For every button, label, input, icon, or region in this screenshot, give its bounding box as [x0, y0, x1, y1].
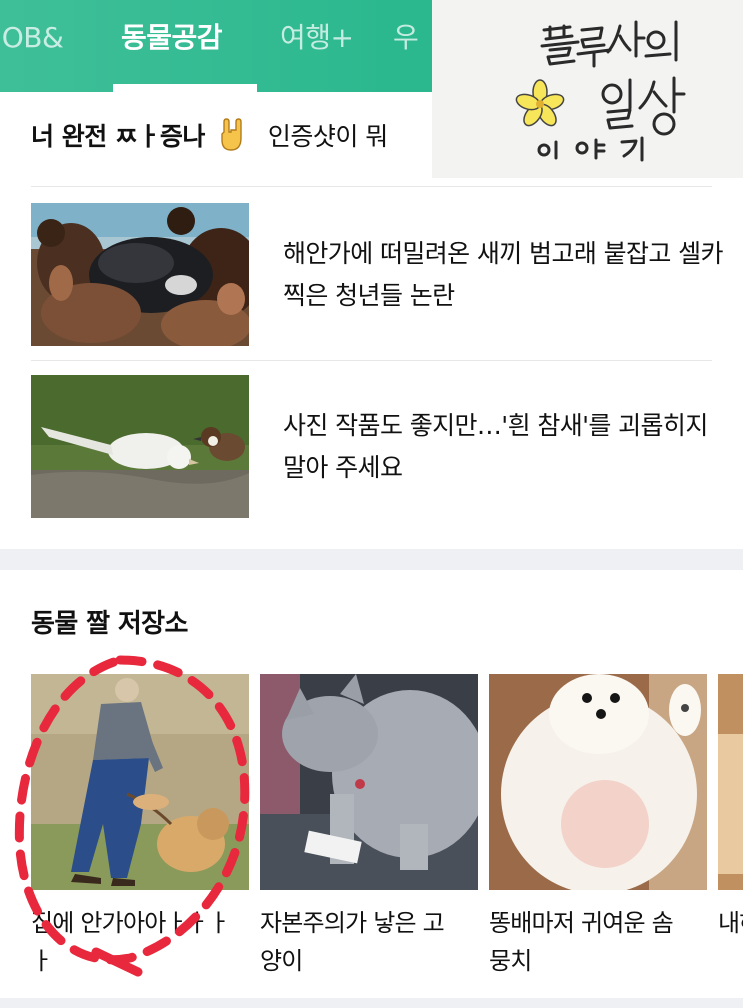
gif-card[interactable]: 내하	[718, 674, 743, 942]
gif-card[interactable]: 똥배마저 귀여운 솜뭉치	[489, 674, 707, 980]
news-title[interactable]: 사진 작품도 좋지만…'흰 참새'를 괴롭히지 말아 주세요	[283, 405, 723, 489]
divider	[31, 186, 712, 187]
card-label[interactable]: 내하	[718, 904, 743, 942]
tab-animal[interactable]: 동물공감	[121, 16, 223, 60]
watermark-logo	[432, 0, 743, 178]
divider	[31, 360, 712, 361]
news-title[interactable]: 해안가에 떠밀려온 새끼 범고래 붙잡고 셀카 찍은 청년들 논란	[283, 233, 724, 317]
section-title: 동물 짤 저장소	[31, 609, 188, 639]
tab-partial[interactable]: 우	[393, 16, 419, 60]
card-label[interactable]: 똥배마저 귀여운 솜뭉치	[489, 904, 689, 980]
rock-hand-icon	[221, 118, 243, 151]
partial-thumbnail	[718, 674, 743, 890]
card-label[interactable]: 자본주의가 낳은 고양이	[260, 904, 460, 980]
bottom-strip	[0, 998, 743, 1008]
active-tab-indicator	[113, 84, 257, 92]
card-label[interactable]: 집에 안가아아ㅏㅏㅏㅏ	[31, 904, 231, 980]
gif-card[interactable]: 집에 안가아아ㅏㅏㅏㅏ	[31, 674, 249, 980]
tab-job[interactable]: JOB&	[0, 16, 64, 60]
gif-card[interactable]: 자본주의가 낳은 고양이	[260, 674, 478, 980]
tag-link-2[interactable]: 인증샷이 뭐	[268, 122, 388, 151]
white-pomeranian-thumbnail	[489, 674, 707, 890]
tag-line: 너 완전 ㅉㅏ증나 인증샷이 뭐	[31, 112, 431, 162]
section-gap	[0, 549, 743, 570]
tag-link-1[interactable]: 너 완전 ㅉㅏ증나	[31, 122, 205, 151]
man-and-dog-thumbnail	[31, 674, 249, 890]
gray-cat-thumbnail	[260, 674, 478, 890]
white-sparrow-thumbnail	[31, 375, 249, 518]
tab-travel[interactable]: 여행+	[280, 16, 354, 60]
news-item[interactable]: 해안가에 떠밀려온 새끼 범고래 붙잡고 셀카 찍은 청년들 논란	[31, 203, 724, 348]
news-item[interactable]: 사진 작품도 좋지만…'흰 참새'를 괴롭히지 말아 주세요	[31, 375, 712, 520]
orca-selfie-thumbnail	[31, 203, 249, 346]
